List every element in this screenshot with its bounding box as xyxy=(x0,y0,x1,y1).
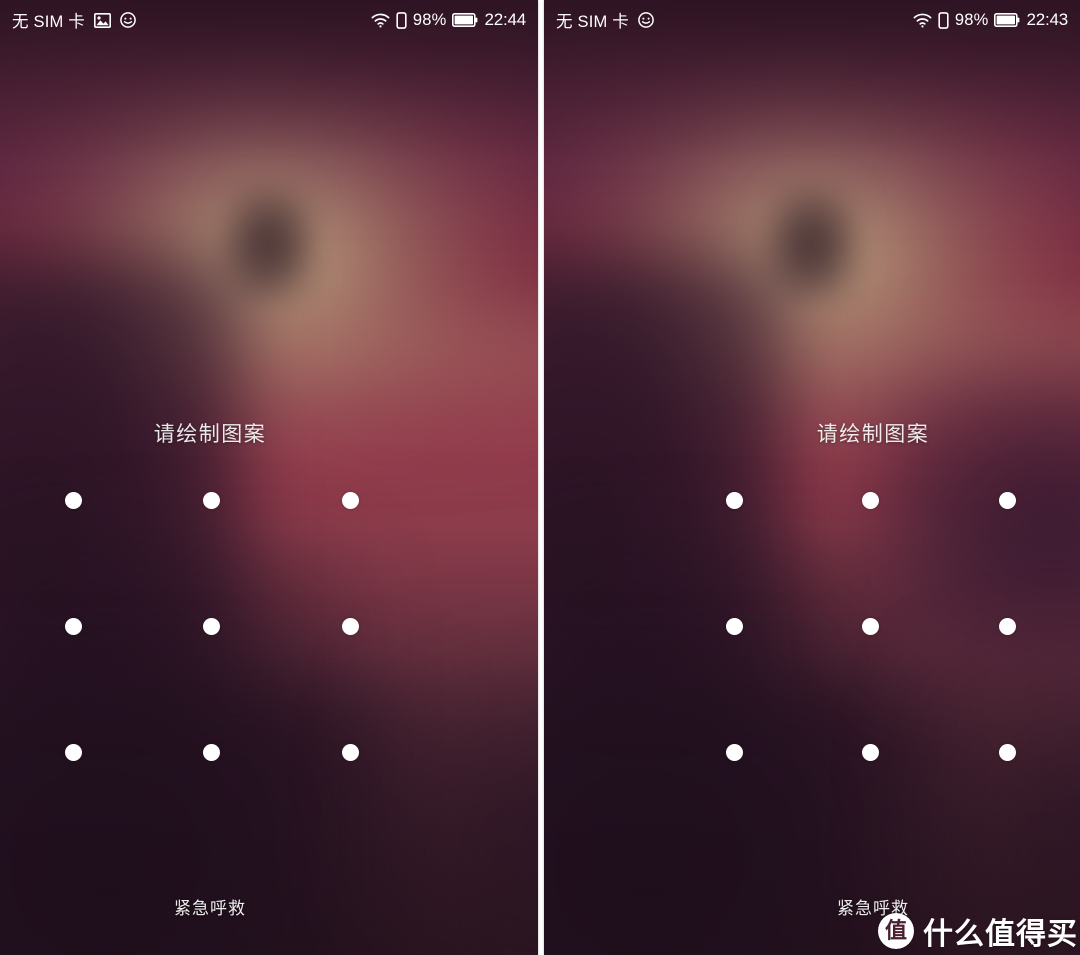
status-bar-right: 98% 22:44 xyxy=(371,10,526,30)
pattern-dot-3-1[interactable] xyxy=(43,744,103,784)
vibrate-icon xyxy=(938,11,949,29)
lock-screen-content: 请绘制图案 紧急呼救 xyxy=(0,0,538,955)
phone-screenshot-left: 无 SIM 卡 98% 22:44 请绘制图案 紧急呼救 xyxy=(0,0,538,955)
picture-icon xyxy=(93,12,111,28)
pattern-lock-grid[interactable] xyxy=(0,492,538,870)
status-bar: 无 SIM 卡 xyxy=(0,0,538,40)
pattern-dot-1-1[interactable] xyxy=(43,492,103,532)
pattern-dot-1-2[interactable] xyxy=(841,492,901,532)
phone-screenshot-right: 无 SIM 卡 98% 22:43 请绘制图案 紧急呼救 xyxy=(544,0,1080,955)
battery-percent-label: 98% xyxy=(412,10,447,29)
status-bar-left: 无 SIM 卡 xyxy=(556,8,654,32)
battery-percent-label: 98% xyxy=(954,10,989,29)
screenshot-root: 无 SIM 卡 98% 22:44 请绘制图案 紧急呼救 无 SIM 卡 98%… xyxy=(0,0,1080,955)
pattern-lock-grid[interactable] xyxy=(544,492,1080,870)
sim-status-label: 无 SIM 卡 xyxy=(12,13,85,31)
pattern-dot-1-2[interactable] xyxy=(182,492,242,532)
status-bar: 无 SIM 卡 xyxy=(544,0,1080,40)
pattern-dot-1-3[interactable] xyxy=(978,492,1038,532)
battery-icon xyxy=(452,13,478,27)
pattern-dot-2-3[interactable] xyxy=(978,618,1038,658)
wifi-icon xyxy=(371,13,390,28)
pattern-dot-3-3[interactable] xyxy=(978,744,1038,784)
sim-status-label: 无 SIM 卡 xyxy=(556,13,629,31)
battery-icon xyxy=(994,13,1020,27)
pattern-dot-2-2[interactable] xyxy=(182,618,242,658)
pattern-dot-3-1[interactable] xyxy=(704,744,764,784)
pattern-dot-2-3[interactable] xyxy=(321,618,381,658)
emergency-call-button[interactable]: 紧急呼救 xyxy=(0,894,538,919)
pattern-dot-3-2[interactable] xyxy=(182,744,242,784)
pattern-dot-1-3[interactable] xyxy=(321,492,381,532)
pattern-dot-3-2[interactable] xyxy=(841,744,901,784)
pattern-dot-1-1[interactable] xyxy=(704,492,764,532)
watermark: 值 什么值得买 xyxy=(878,909,1078,953)
lock-screen-content: 请绘制图案 紧急呼救 xyxy=(544,0,1080,955)
pattern-dot-3-3[interactable] xyxy=(321,744,381,784)
clock-label: 22:43 xyxy=(1026,10,1068,29)
clock-label: 22:44 xyxy=(484,10,526,29)
vibrate-icon xyxy=(396,11,407,29)
wifi-icon xyxy=(913,13,932,28)
status-bar-right: 98% 22:43 xyxy=(913,10,1068,30)
smiley-icon xyxy=(638,12,654,28)
status-bar-left: 无 SIM 卡 xyxy=(12,8,136,32)
watermark-label: 什么值得买 xyxy=(923,918,1078,951)
pattern-dot-2-1[interactable] xyxy=(704,618,764,658)
smzdm-logo-icon: 值 xyxy=(878,913,914,949)
pattern-prompt-label: 请绘制图案 xyxy=(816,423,930,446)
pattern-dot-2-1[interactable] xyxy=(43,618,103,658)
pattern-dot-2-2[interactable] xyxy=(841,618,901,658)
smiley-icon xyxy=(120,12,136,28)
pattern-prompt-label: 请绘制图案 xyxy=(153,423,267,446)
